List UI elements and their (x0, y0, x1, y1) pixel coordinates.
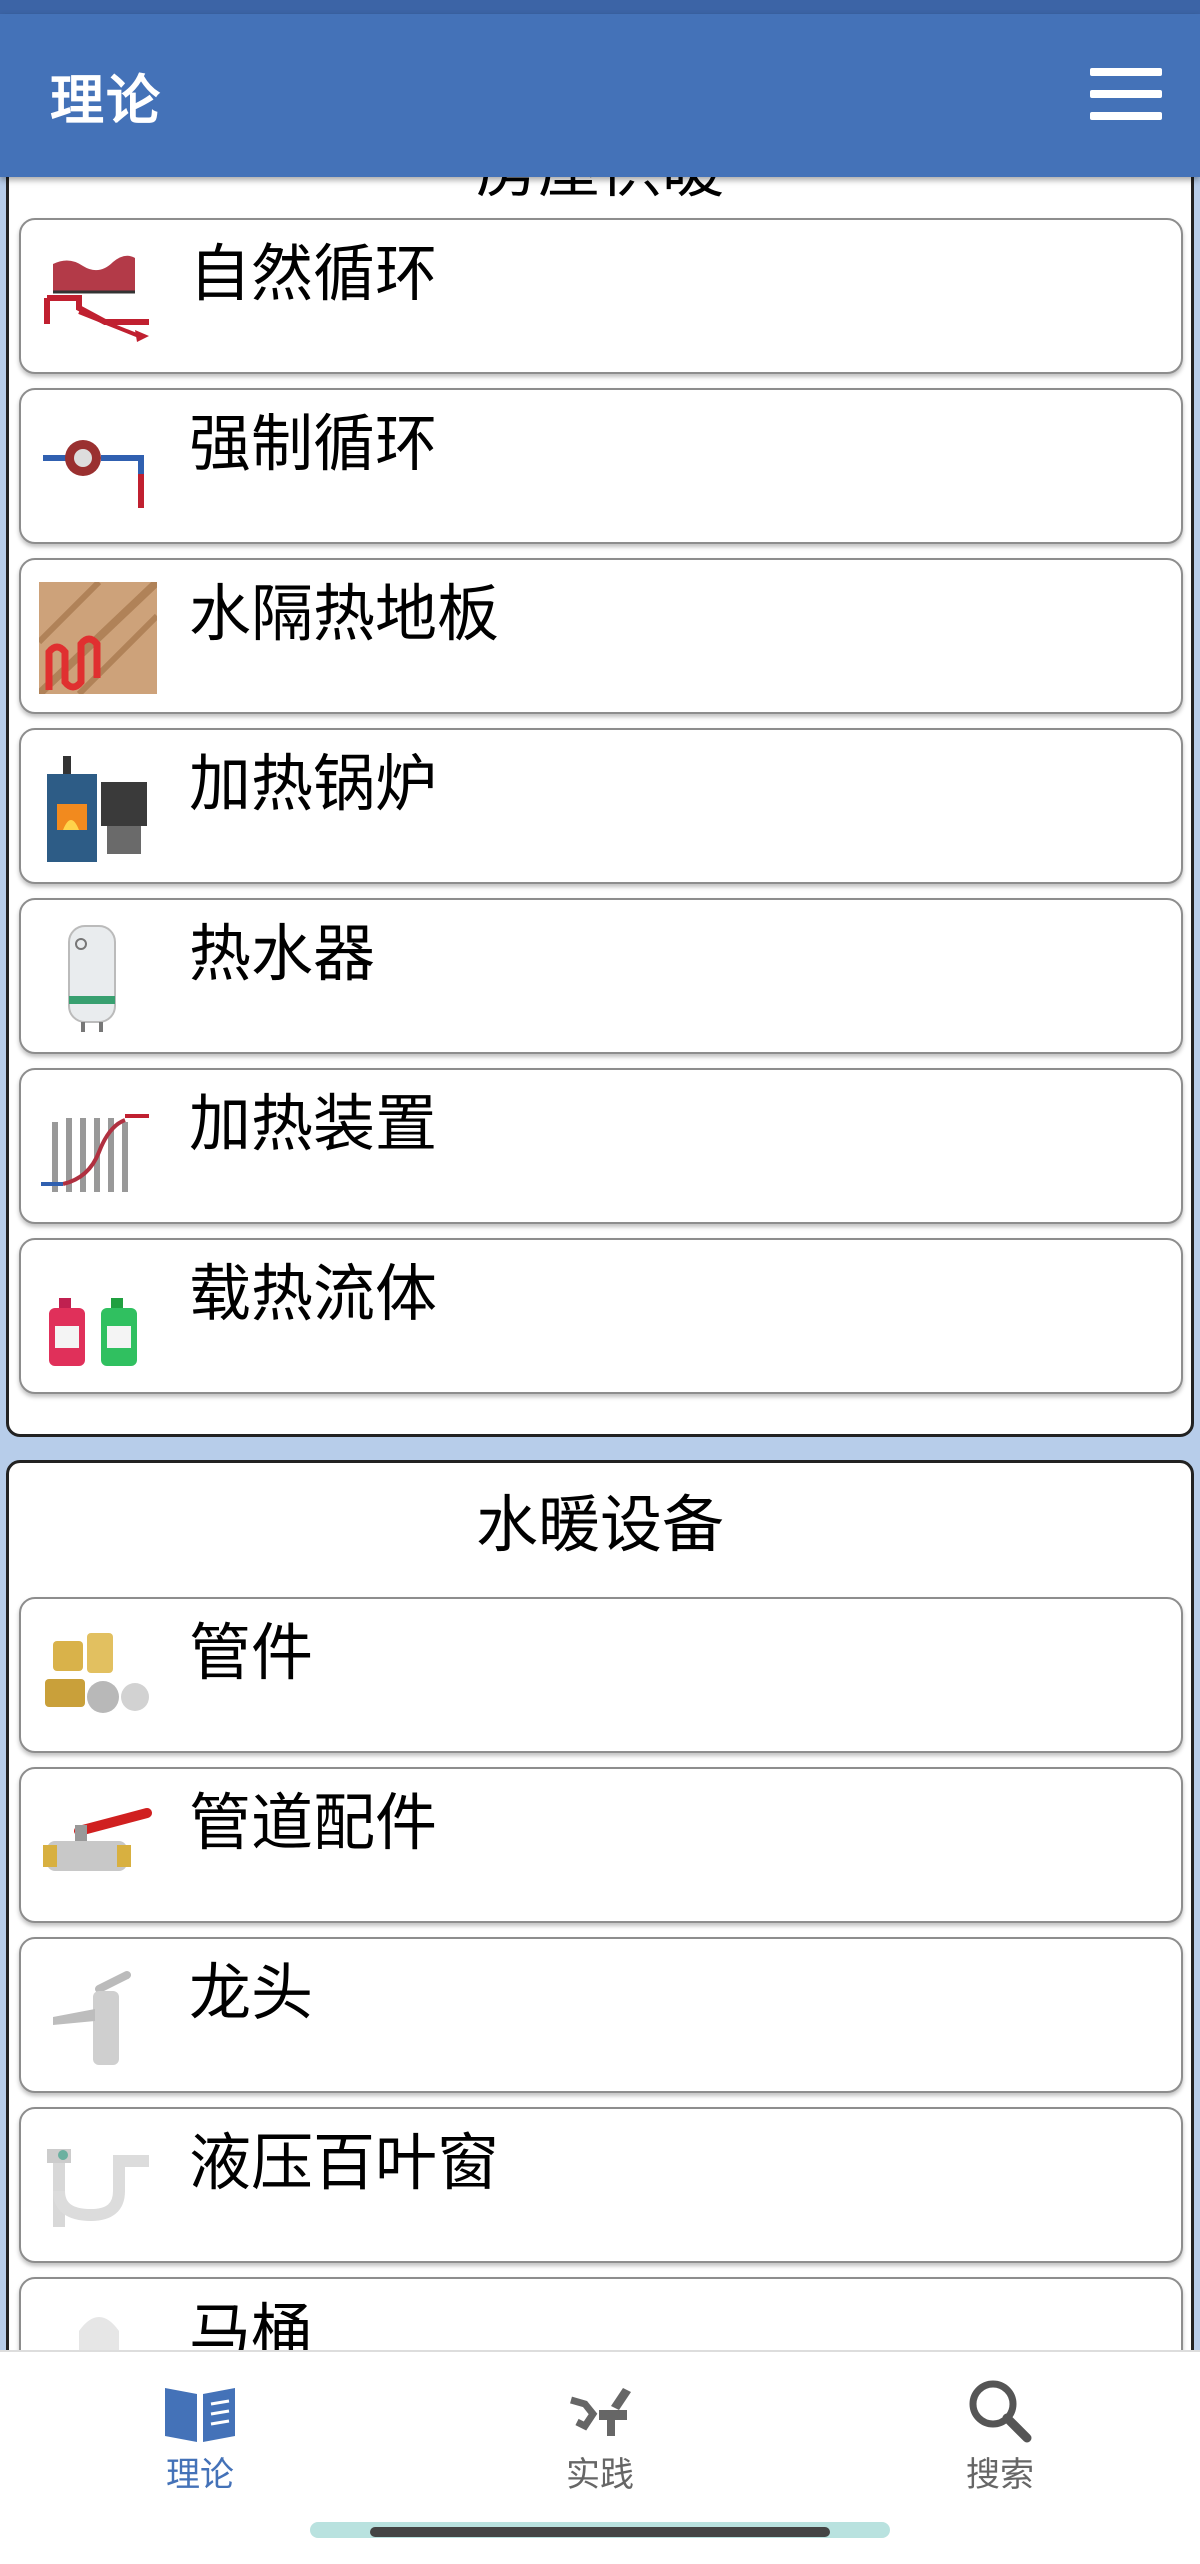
siphon-icon (47, 2149, 149, 2227)
nav-practice[interactable]: 实践 (500, 2376, 700, 2516)
section-title: 水暖设备 (475, 1488, 724, 1561)
item-label: 载热流体 (189, 1257, 438, 1330)
natural-circulation-icon (44, 255, 149, 342)
coolant-bottles-icon (49, 1298, 137, 1366)
list-item[interactable]: 加热锅炉 (19, 728, 1183, 884)
boiler-icon (47, 756, 147, 862)
status-bar (0, 0, 1200, 14)
page-title: 理论 (50, 69, 162, 132)
gesture-handle[interactable] (370, 2527, 830, 2537)
plumbing-tools-icon (570, 2388, 631, 2436)
section-house-heating: 房屋供暖 自然循环 强制循环 (6, 177, 1194, 1437)
list-item[interactable]: 管件 (19, 1597, 1183, 1753)
list-item[interactable]: 龙头 (19, 1937, 1183, 2093)
list-item[interactable]: 热水器 (19, 898, 1183, 1054)
nav-label: 理论 (166, 2455, 234, 2495)
book-icon (165, 2388, 235, 2442)
item-label: 加热装置 (189, 1087, 438, 1160)
item-label: 龙头 (189, 1956, 314, 2029)
item-label: 马桶 (189, 2296, 314, 2350)
item-label: 管件 (189, 1616, 314, 1689)
menu-button[interactable] (1090, 68, 1162, 124)
menu-icon (1090, 68, 1162, 76)
nav-label: 实践 (566, 2455, 634, 2495)
list-item[interactable]: 水隔热地板 (19, 558, 1183, 714)
list-item[interactable]: 自然循环 (19, 218, 1183, 374)
radiator-icon (41, 1114, 149, 1192)
nav-label: 搜索 (966, 2455, 1034, 2495)
list-item[interactable]: 液压百叶窗 (19, 2107, 1183, 2263)
item-label: 水隔热地板 (189, 577, 500, 650)
nav-search[interactable]: 搜索 (900, 2376, 1100, 2516)
list-item[interactable]: 载热流体 (19, 1238, 1183, 1394)
item-label: 热水器 (189, 917, 376, 990)
list-item[interactable]: 马桶 (19, 2277, 1183, 2350)
underfloor-heating-icon (39, 582, 157, 694)
water-heater-icon (68, 925, 116, 1032)
item-label: 加热锅炉 (189, 747, 438, 820)
item-label: 自然循环 (189, 237, 438, 310)
content-scroll[interactable]: 房屋供暖 自然循环 强制循环 (0, 177, 1200, 2350)
list-item[interactable]: 管道配件 (19, 1767, 1183, 1923)
nav-theory[interactable]: 理论 (100, 2376, 300, 2516)
section-plumbing-equipment: 水暖设备 管件 管道配件 龙头 液压百叶窗 马桶 (6, 1460, 1194, 2350)
search-icon (969, 2380, 1032, 2443)
forced-circulation-pump-icon (43, 440, 144, 508)
section-title: 房屋供暖 (9, 177, 1191, 210)
app-bar: 理论 (0, 14, 1200, 177)
item-label: 管道配件 (189, 1786, 438, 1859)
fittings-icon (45, 1633, 149, 1713)
faucet-icon (53, 1971, 131, 2065)
list-item[interactable]: 加热装置 (19, 1068, 1183, 1224)
list-item[interactable]: 强制循环 (19, 388, 1183, 544)
ball-valve-icon (43, 1808, 152, 1871)
item-label: 液压百叶窗 (189, 2126, 500, 2199)
item-label: 强制循环 (189, 407, 438, 480)
toilet-icon (79, 2317, 119, 2350)
